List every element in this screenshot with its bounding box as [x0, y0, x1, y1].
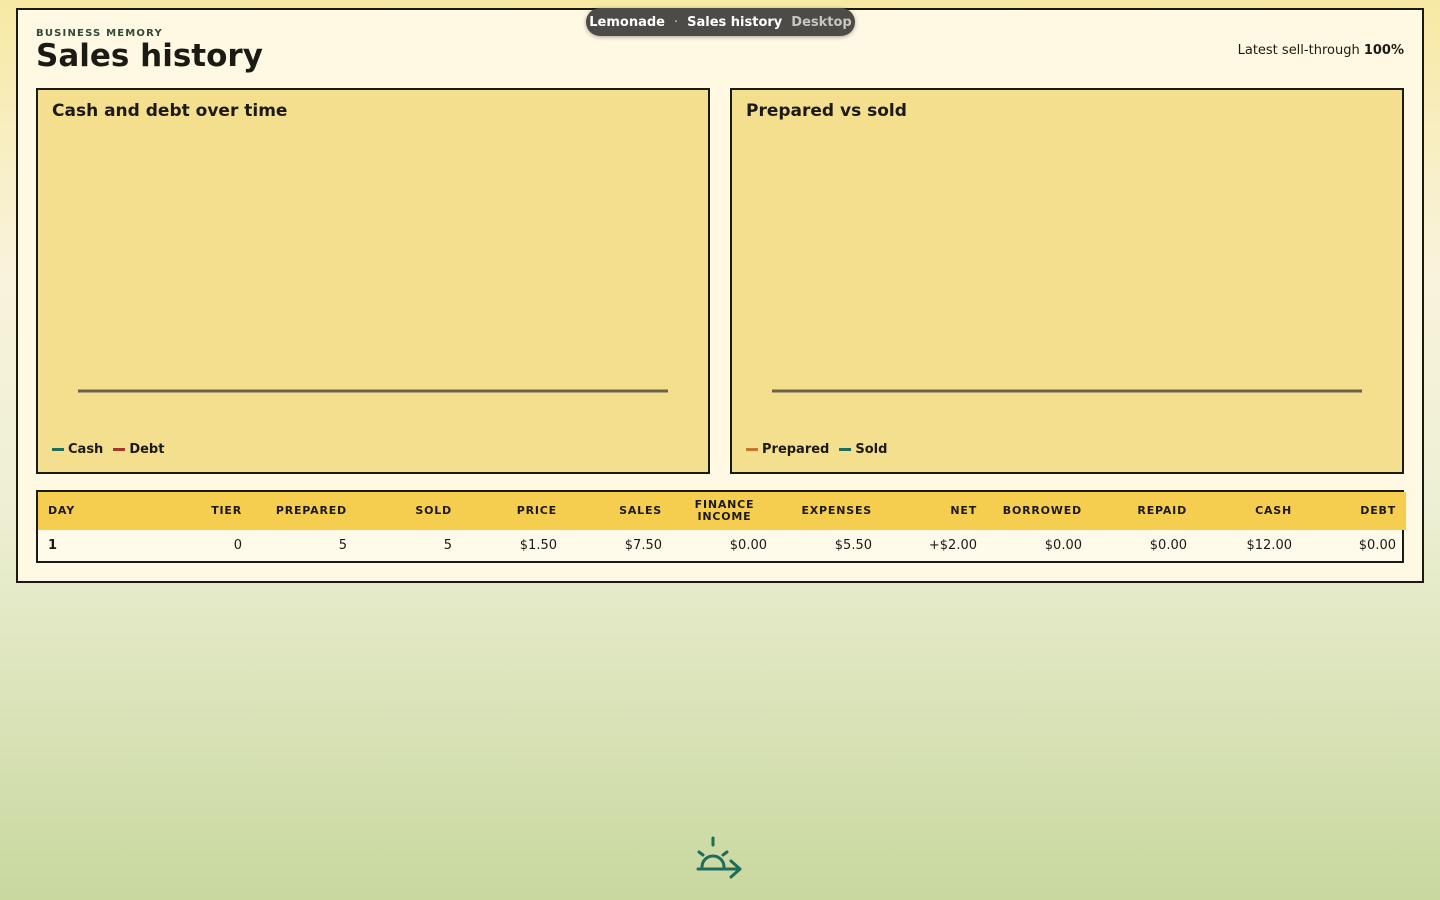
- column-header-repaid: Repaid: [1137, 504, 1187, 517]
- breadcrumb-separator: ·: [673, 14, 679, 30]
- sell-through-value: 100%: [1363, 43, 1404, 58]
- sunrise-arrow-icon-graphic: [696, 836, 742, 879]
- column-header-net: Net: [950, 504, 977, 517]
- column-header-sold: Sold: [415, 504, 452, 517]
- cell-net: +$2.00: [928, 538, 977, 553]
- chart-legend: Prepared Sold: [746, 442, 887, 457]
- cell-sales: $7.50: [624, 538, 662, 553]
- cell-finance-income: $0.00: [729, 538, 767, 553]
- cell-day: 1: [48, 538, 58, 553]
- legend-item-debt: Debt: [113, 442, 164, 457]
- sell-through-label: Latest sell-through: [1237, 43, 1360, 58]
- cell-price: $1.50: [519, 538, 557, 553]
- column-header-prepared: Prepared: [275, 504, 347, 517]
- legend-swatch-sold: [839, 448, 852, 451]
- column-header-day: Day: [48, 504, 75, 517]
- column-header-finance-income: Finance income: [694, 498, 755, 523]
- prepared-sold-plot: [772, 389, 1362, 393]
- sunrise-arrow-icon[interactable]: [695, 836, 745, 890]
- table-header-row: Day Tier Prepared Sold Price Sales Finan…: [38, 492, 1406, 530]
- column-header-debt: Debt: [1360, 504, 1396, 517]
- legend-swatch-debt: [113, 448, 126, 451]
- sales-history-panel: BUSINESS MEMORY Sales history Latest sel…: [16, 8, 1424, 583]
- prepared-sold-chart: Prepared vs sold Prepared Sold: [730, 88, 1404, 474]
- column-header-price: Price: [516, 504, 557, 517]
- legend-label: Debt: [129, 442, 165, 457]
- cell-cash: $12.00: [1246, 538, 1293, 553]
- chart-legend: Cash Debt: [52, 442, 164, 457]
- legend-label: Sold: [855, 442, 888, 457]
- legend-swatch-cash: [52, 448, 64, 451]
- legend-item-cash: Cash: [52, 442, 103, 457]
- legend-item-sold: Sold: [839, 442, 887, 457]
- cell-repaid: $0.00: [1149, 538, 1187, 553]
- column-header-expenses: Expenses: [801, 504, 872, 517]
- legend-label: Prepared: [762, 442, 830, 457]
- app-name[interactable]: Lemonade: [589, 15, 665, 30]
- current-page-name: Sales history: [687, 14, 783, 30]
- cell-borrowed: $0.00: [1044, 538, 1082, 553]
- cell-expenses: $5.50: [834, 538, 872, 553]
- cell-tier: 0: [233, 538, 242, 553]
- cash-debt-chart: Cash and debt over time Cash Debt: [36, 88, 710, 474]
- table-row: 1 0 5 5 $1.50 $7.50 $0.00 $5.50 +$2.00 $…: [38, 530, 1406, 561]
- legend-item-prepared: Prepared: [746, 442, 829, 457]
- breadcrumb-pill: Lemonade · Sales history Desktop: [586, 8, 855, 36]
- device-mode: Desktop: [791, 14, 852, 30]
- column-header-cash: Cash: [1255, 504, 1292, 517]
- cash-debt-plot: [78, 389, 668, 393]
- cell-prepared: 5: [338, 538, 347, 553]
- legend-swatch-prepared: [746, 448, 758, 451]
- column-header-sales: Sales: [619, 504, 662, 517]
- cell-debt: $0.00: [1358, 538, 1396, 553]
- column-header-tier: Tier: [211, 504, 242, 517]
- column-header-borrowed: Borrowed: [1002, 504, 1082, 517]
- sales-history-table: Day Tier Prepared Sold Price Sales Finan…: [36, 490, 1406, 563]
- cell-sold: 5: [443, 538, 452, 553]
- sell-through-summary: Latest sell-through 100%: [1238, 43, 1404, 58]
- legend-label: Cash: [68, 442, 104, 457]
- page-title: Sales history: [36, 38, 263, 74]
